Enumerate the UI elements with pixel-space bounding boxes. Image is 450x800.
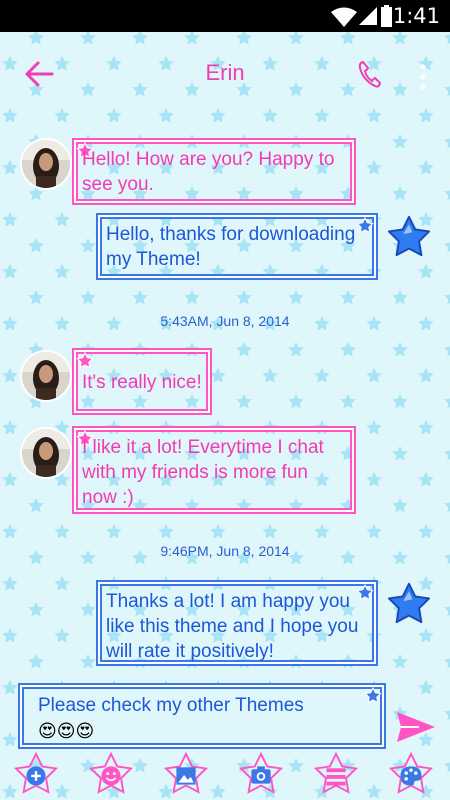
timestamp: 5:43AM, Jun 8, 2014 [160,313,290,329]
message-text: Thanks a lot! I am happy you like this t… [106,591,359,662]
wifi-icon [331,7,357,27]
picture-icon[interactable] [163,752,209,798]
status-time: 11:41 [379,4,440,28]
corner-star-icon [364,687,382,704]
message-text: Hello! How are you? Happy to see you. [82,149,335,195]
conversation-header: Erin [0,32,450,116]
avatar[interactable] [20,138,72,190]
attachment-toolbar [0,752,450,800]
status-bar: 11:41 [0,0,450,32]
add-icon[interactable] [13,752,59,798]
send-icon[interactable] [395,708,437,746]
message-bubble[interactable]: I like it a lot! Everytime I chat with m… [72,426,356,514]
palette-icon[interactable] [388,752,434,798]
message-incoming[interactable]: It's really nice! [0,346,450,416]
phone-icon[interactable] [354,58,384,90]
list-icon[interactable] [313,752,359,798]
avatar[interactable] [20,350,72,402]
message-outgoing[interactable]: Thanks a lot! I am happy you like this t… [0,580,450,670]
smiley-icon[interactable] [88,752,134,798]
message-bubble[interactable]: It's really nice! [72,348,212,415]
message-bubble[interactable]: Thanks a lot! I am happy you like this t… [96,580,378,666]
avatar-photo [22,140,70,188]
camera-icon[interactable] [238,752,284,798]
message-bubble[interactable]: Hello, thanks for downloading my Theme! [96,213,378,280]
avatar[interactable] [20,427,72,479]
message-outgoing[interactable]: Hello, thanks for downloading my Theme! [0,213,450,283]
avatar-photo [22,352,70,400]
message-incoming[interactable]: Hello! How are you? Happy to see you. [0,135,450,205]
message-text: It's really nice! [82,372,202,393]
emoji-text: 😍😍😍 [38,721,95,741]
message-input[interactable]: Please check my other Themes 😍😍😍 [18,683,386,749]
message-incoming[interactable]: I like it a lot! Everytime I chat with m… [0,424,450,516]
signal-icon [359,7,377,25]
message-bubble[interactable]: Hello! How are you? Happy to see you. [72,138,356,205]
message-text: I like it a lot! Everytime I chat with m… [82,437,324,508]
corner-star-icon [76,352,94,369]
sender-star-icon [387,215,431,257]
sender-star-icon [387,582,431,624]
message-input-text[interactable]: Please check my other Themes [38,693,304,719]
message-text: Hello, thanks for downloading my Theme! [106,224,356,270]
avatar-photo [22,429,70,477]
overflow-menu-icon[interactable] [418,62,428,92]
timestamp: 9:46PM, Jun 8, 2014 [160,543,290,559]
